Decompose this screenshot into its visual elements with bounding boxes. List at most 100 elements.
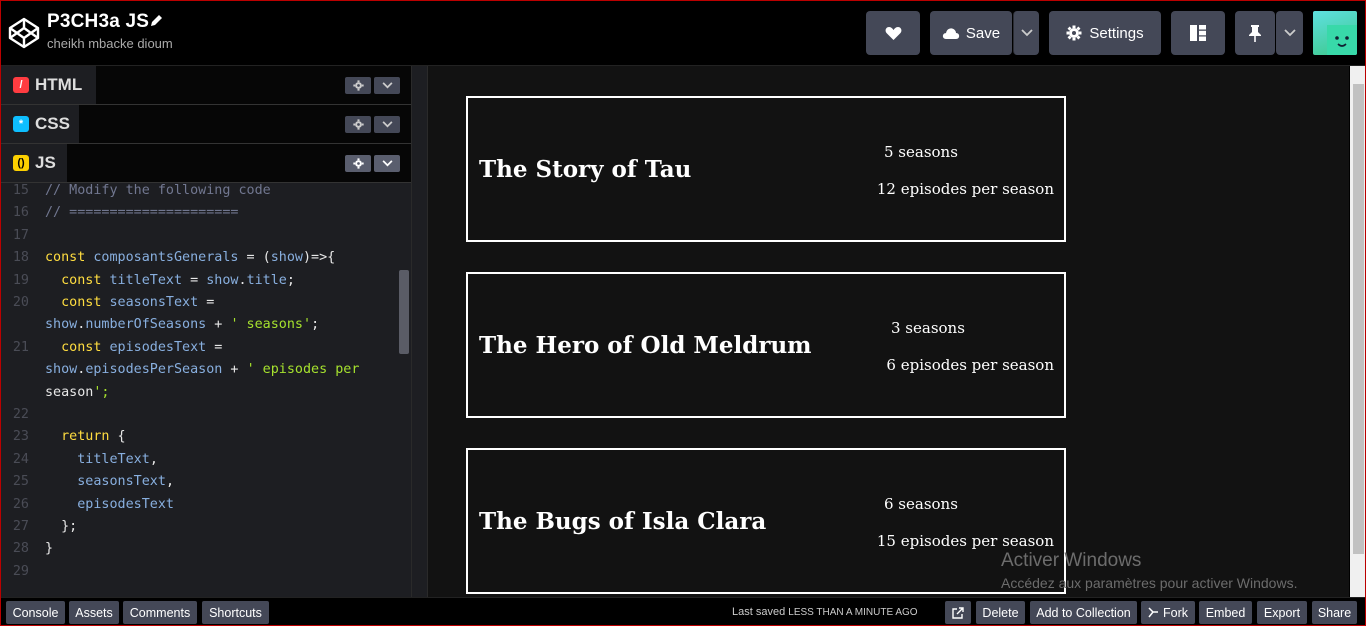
edit-pencil-icon[interactable]	[149, 14, 163, 28]
preview-pane: The Story of Tau 5 seasons 12 episodes p…	[428, 66, 1349, 597]
pen-title[interactable]: P3CH3a JS	[47, 11, 149, 33]
shortcuts-button[interactable]: Shortcuts	[202, 601, 269, 624]
add-to-collection-button[interactable]: Add to Collection	[1030, 601, 1137, 624]
line-number: 22	[12, 407, 29, 422]
show-seasons: 3 seasons	[891, 319, 965, 337]
code-text: titleText,	[77, 451, 158, 467]
line-number: 20	[12, 295, 29, 310]
show-episodes: 15 episodes per season	[876, 532, 1054, 550]
tab-html[interactable]: / HTML	[1, 66, 96, 104]
footer-bar: Console Assets Comments Shortcuts Last s…	[1, 597, 1365, 625]
css-settings-button[interactable]	[345, 116, 371, 133]
chevron-down-icon	[382, 82, 392, 89]
code-text: show.episodesPerSeason + ' episodes per	[45, 362, 360, 378]
code-text: const composantsGenerals = (show)=>{	[45, 250, 336, 266]
code-text: const titleText = show.title;	[61, 272, 295, 288]
show-card: The Story of Tau 5 seasons 12 episodes p…	[466, 96, 1066, 242]
code-text: // Modify the following code	[45, 183, 271, 198]
codepen-logo-icon[interactable]	[7, 16, 41, 50]
assets-button[interactable]: Assets	[69, 601, 119, 624]
author-name[interactable]: cheikh mbacke dioum	[47, 36, 173, 51]
tab-js[interactable]: () JS	[1, 144, 67, 182]
gear-icon	[352, 80, 364, 91]
line-number: 23	[12, 429, 29, 445]
export-button[interactable]: Export	[1257, 601, 1307, 624]
js-code-editor[interactable]: 15 // Modify the following code 16 // =====…	[1, 183, 411, 597]
editor-column: / HTML * CSS () JS 15 // Modify the foll…	[1, 66, 411, 597]
settings-button[interactable]: Settings	[1049, 11, 1161, 55]
save-label: Save	[965, 24, 1001, 42]
line-number: 18	[12, 250, 29, 266]
avatar[interactable]	[1313, 11, 1357, 55]
line-number: 28	[12, 541, 29, 557]
css-icon: *	[13, 116, 29, 132]
code-text: season';	[45, 384, 110, 400]
code-text: return {	[61, 429, 126, 445]
console-button[interactable]: Console	[6, 601, 65, 624]
fork-label: Fork	[1163, 605, 1188, 620]
layout-icon	[1190, 25, 1206, 41]
js-collapse-button[interactable]	[374, 155, 400, 172]
preview-scrollbar[interactable]	[1350, 66, 1365, 597]
line-number: 29	[12, 563, 29, 579]
change-view-button[interactable]	[1171, 11, 1225, 55]
tab-css-label: CSS	[35, 114, 70, 133]
embed-button[interactable]: Embed	[1199, 601, 1252, 624]
line-number: 24	[12, 451, 29, 467]
last-saved-time: LESS THAN A MINUTE AGO	[788, 607, 918, 618]
open-external-button[interactable]	[945, 601, 971, 624]
show-seasons: 5 seasons	[884, 143, 958, 161]
share-button[interactable]: Share	[1312, 601, 1357, 624]
js-panel-header: () JS	[1, 144, 411, 183]
line-number: 16	[12, 205, 29, 221]
heart-icon	[885, 26, 901, 40]
show-card: The Hero of Old Meldrum 3 seasons 6 epis…	[466, 272, 1066, 418]
fork-button[interactable]: Fork	[1141, 601, 1195, 624]
html-icon: /	[13, 77, 29, 93]
heart-button[interactable]	[866, 11, 920, 55]
show-title: The Story of Tau	[479, 156, 692, 183]
gear-icon	[1066, 25, 1082, 41]
code-text: // =====================	[45, 205, 239, 221]
code-text: const episodesText =	[61, 339, 223, 355]
windows-activation-subtitle: Accédez aux paramètres pour activer Wind…	[1001, 575, 1298, 591]
header: P3CH3a JS cheikh mbacke dioum Save Setti…	[1, 1, 1365, 66]
pin-options-button[interactable]	[1276, 11, 1303, 55]
line-number: 27	[12, 519, 29, 534]
pin-icon	[1249, 25, 1261, 42]
delete-button[interactable]: Delete	[976, 601, 1025, 624]
chevron-down-icon	[382, 121, 392, 128]
tab-css[interactable]: * CSS	[1, 105, 79, 143]
editor-scrollbar[interactable]	[399, 270, 409, 354]
codepen-window: P3CH3a JS cheikh mbacke dioum Save Setti…	[0, 0, 1366, 626]
line-number: 25	[12, 474, 29, 490]
tab-js-label: JS	[35, 153, 56, 172]
line-number: 15	[12, 183, 29, 198]
html-collapse-button[interactable]	[374, 77, 400, 94]
chevron-down-icon	[1020, 29, 1033, 37]
code-text: }	[45, 541, 54, 557]
js-settings-button[interactable]	[345, 155, 371, 172]
save-options-button[interactable]	[1013, 11, 1039, 55]
code-text: const seasonsText =	[61, 295, 215, 310]
preview-scrollbar-thumb[interactable]	[1353, 84, 1364, 554]
cloud-icon	[942, 27, 960, 39]
tab-html-label: HTML	[35, 75, 83, 94]
gear-icon	[352, 158, 364, 169]
save-button[interactable]: Save	[930, 11, 1012, 55]
chevron-down-icon	[382, 160, 392, 167]
html-settings-button[interactable]	[345, 77, 371, 94]
html-panel-header: / HTML	[1, 66, 411, 105]
show-card: The Bugs of Isla Clara 6 seasons 15 epis…	[466, 448, 1066, 594]
show-seasons: 6 seasons	[884, 495, 958, 513]
gear-icon	[352, 119, 364, 130]
windows-activation-title: Activer Windows	[1001, 550, 1142, 571]
code-text: };	[45, 519, 78, 534]
css-collapse-button[interactable]	[374, 116, 400, 133]
line-number: 26	[12, 496, 29, 512]
pin-button[interactable]	[1235, 11, 1275, 55]
comments-button[interactable]: Comments	[123, 601, 197, 624]
resize-divider[interactable]	[411, 66, 428, 597]
avatar-face-icon	[1327, 25, 1357, 55]
settings-label: Settings	[1089, 24, 1144, 42]
